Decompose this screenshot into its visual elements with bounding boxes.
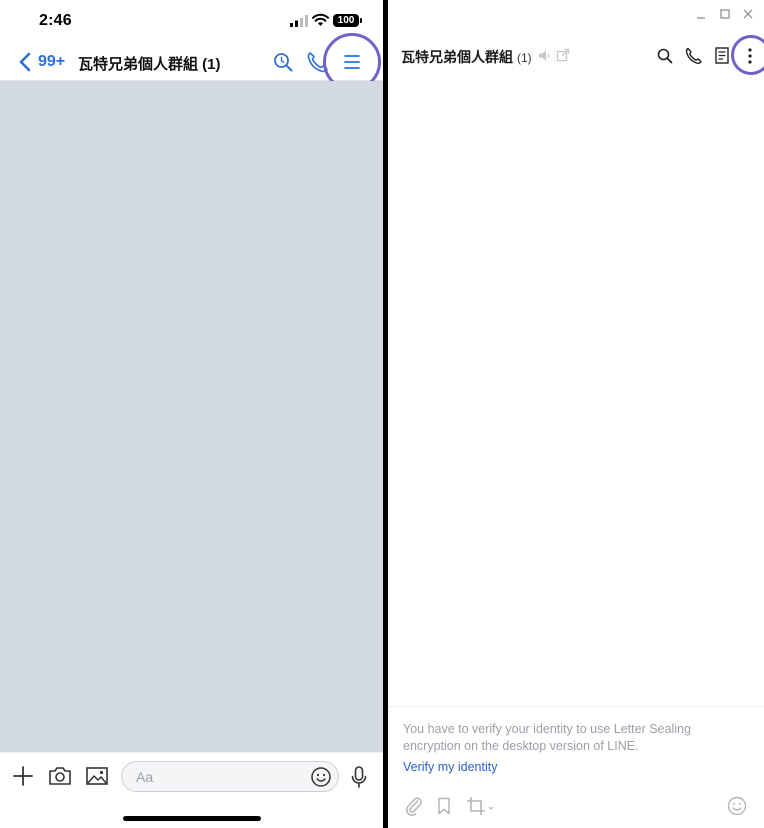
microphone-icon[interactable] [349, 765, 369, 789]
plus-icon[interactable] [12, 765, 34, 787]
member-count: (1) [517, 51, 532, 65]
home-indicator [123, 816, 261, 821]
message-toolbar [388, 788, 764, 828]
minimize-icon[interactable] [694, 7, 708, 21]
chat-area [388, 80, 764, 706]
notice-text: You have to verify your identity to use … [403, 722, 691, 753]
phone-icon[interactable] [685, 47, 702, 65]
image-icon[interactable] [85, 765, 109, 787]
crop-icon[interactable] [466, 796, 494, 816]
camera-icon[interactable] [48, 765, 72, 787]
wifi-icon [312, 13, 329, 26]
message-input-placeholder: Aa [136, 769, 154, 785]
back-unread-count[interactable]: 99+ [38, 53, 65, 71]
chevron-left-icon[interactable] [18, 52, 32, 72]
chat-header: 99+ 瓦特兄弟個人群組 (1) [0, 44, 383, 81]
chat-title: 瓦特兄弟個人群組 (1) [401, 47, 532, 67]
close-icon[interactable] [741, 7, 755, 21]
chat-title: 瓦特兄弟個人群組 (1) [78, 56, 221, 73]
search-icon[interactable] [272, 51, 294, 73]
mobile-screen: 2:46 100 99+ 瓦特兄弟個人群組 (1) Aa [0, 0, 383, 828]
menu-icon[interactable] [342, 52, 362, 72]
verify-identity-link[interactable]: Verify my identity [403, 760, 497, 774]
message-input[interactable]: Aa [121, 761, 339, 792]
phone-icon[interactable] [306, 50, 328, 74]
popout-icon[interactable] [556, 48, 570, 62]
message-input-bar: Aa [0, 752, 383, 828]
emoji-icon[interactable] [310, 766, 332, 788]
letter-sealing-notice: You have to verify your identity to use … [388, 706, 764, 788]
note-icon[interactable] [715, 47, 729, 64]
chat-title-text: 瓦特兄弟個人群組 [401, 49, 513, 65]
status-time: 2:46 [39, 12, 72, 29]
status-bar: 2:46 100 [0, 0, 383, 44]
maximize-icon[interactable] [718, 7, 732, 21]
speaker-icon[interactable] [538, 49, 552, 62]
desktop-window: 瓦特兄弟個人群組 (1) You have to verify your iden… [388, 0, 764, 828]
search-icon[interactable] [657, 48, 673, 64]
cellular-signal-icon [290, 15, 308, 27]
bookmark-icon[interactable] [437, 797, 451, 815]
battery-indicator: 100 [333, 14, 362, 27]
emoji-icon[interactable] [727, 796, 747, 816]
chat-area [0, 81, 383, 752]
more-vertical-icon[interactable] [744, 46, 756, 66]
paperclip-icon[interactable] [405, 796, 423, 816]
